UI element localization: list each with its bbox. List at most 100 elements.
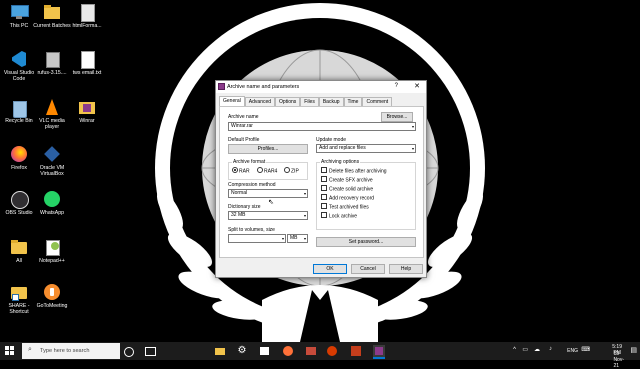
archive-name-input[interactable]: Winrar.rar ▾ bbox=[228, 122, 416, 131]
checkbox-icon bbox=[321, 212, 327, 218]
archiving-options-group: Archiving options Delete files after arc… bbox=[316, 159, 416, 230]
dialog-titlebar[interactable]: Archive name and parameters ? ✕ bbox=[216, 81, 426, 93]
virtualbox-icon bbox=[42, 145, 62, 163]
search-icon: ⌕ bbox=[28, 346, 32, 353]
dictionary-select[interactable]: 32 MB ▾ bbox=[228, 211, 308, 220]
search-placeholder: Type here to search bbox=[40, 348, 90, 354]
language-indicator[interactable]: ENG bbox=[567, 348, 578, 354]
clock-date[interactable]: 18-Nov-21 bbox=[613, 351, 624, 369]
folder-icon bbox=[42, 3, 62, 21]
option-lock-archive[interactable]: Lock archive bbox=[321, 212, 357, 219]
archive-dialog: Archive name and parameters ? ✕ General … bbox=[215, 80, 427, 278]
winrar-taskbar-icon[interactable] bbox=[373, 345, 385, 359]
keyboard-icon[interactable]: ⌨ bbox=[581, 346, 590, 353]
help-icon[interactable]: ? bbox=[395, 83, 398, 89]
dictionary-label: Dictionary size bbox=[228, 204, 261, 210]
option-recovery-record[interactable]: Add recovery record bbox=[321, 194, 374, 201]
winrar-icon bbox=[218, 83, 225, 90]
archive-name-label: Archive name bbox=[228, 114, 259, 120]
folder-icon bbox=[9, 238, 29, 256]
taskbar-search-box[interactable]: ⌕ Type here to search bbox=[22, 343, 120, 359]
text-file-icon bbox=[77, 50, 97, 69]
option-test-files[interactable]: Test archived files bbox=[321, 203, 369, 210]
chevron-down-icon: ▾ bbox=[411, 124, 414, 129]
speaker-icon[interactable]: ♪ bbox=[549, 346, 552, 352]
update-mode-label: Update mode bbox=[316, 137, 347, 143]
help-button[interactable]: Help bbox=[389, 264, 423, 274]
desktop-icon-vlc[interactable]: VLC media player bbox=[33, 98, 71, 130]
desktop-icon-tws-email[interactable]: tws email.txt bbox=[68, 50, 106, 76]
update-mode-select[interactable]: Add and replace files ▾ bbox=[316, 144, 416, 153]
format-zip-radio[interactable]: ZIP bbox=[284, 167, 299, 174]
checkbox-icon bbox=[321, 185, 327, 191]
desktop-icon-whatsapp[interactable]: WhatsApp bbox=[33, 190, 71, 216]
firefox-taskbar-icon[interactable] bbox=[282, 345, 294, 357]
this-pc-icon bbox=[9, 3, 29, 21]
desktop-icon-notepadpp[interactable]: Notepad++ bbox=[33, 238, 71, 264]
recycle-bin-icon bbox=[9, 98, 29, 118]
task-view-icon[interactable] bbox=[143, 345, 156, 357]
cortana-icon[interactable] bbox=[122, 345, 134, 357]
split-unit-select[interactable]: MB ▾ bbox=[287, 234, 308, 243]
store-icon[interactable] bbox=[258, 345, 270, 357]
archive-format-group: Archive format RAR RAR4 ZIP bbox=[228, 159, 308, 180]
option-create-solid[interactable]: Create solid archive bbox=[321, 185, 373, 192]
onedrive-icon[interactable]: ☁ bbox=[534, 346, 540, 353]
chevron-down-icon: ▾ bbox=[303, 236, 306, 241]
desktop-icon-htmlformatter[interactable]: htmlForma... bbox=[68, 3, 106, 29]
desktop-icon-virtualbox[interactable]: Oracle VM VirtualBox bbox=[33, 145, 71, 177]
format-rar4-radio[interactable]: RAR4 bbox=[257, 167, 277, 174]
default-profile-label: Default Profile bbox=[228, 137, 260, 143]
windows-start-icon[interactable] bbox=[5, 346, 15, 356]
archive-format-label: Archive format bbox=[232, 159, 267, 165]
browse-button[interactable]: Browse... bbox=[381, 112, 413, 122]
set-password-button[interactable]: Set password... bbox=[316, 237, 416, 247]
format-rar-radio[interactable]: RAR bbox=[232, 167, 250, 174]
radio-icon bbox=[284, 167, 290, 173]
mouse-cursor-icon: ⇖ bbox=[268, 199, 274, 206]
compression-label: Compression method bbox=[228, 182, 276, 188]
desktop-icon-winrar[interactable]: Winrar bbox=[68, 98, 106, 124]
desktop-icon-gotomeeting[interactable]: GoToMeeting bbox=[33, 283, 71, 309]
desktop-icon-rufus[interactable]: rufus-3.15.... bbox=[33, 50, 71, 76]
chevron-down-icon: ▾ bbox=[411, 146, 414, 151]
firefox-icon bbox=[9, 145, 29, 163]
checkbox-icon bbox=[321, 167, 327, 173]
gotomeeting-icon bbox=[42, 283, 62, 301]
split-volumes-input[interactable]: ▾ bbox=[228, 234, 286, 243]
dialog-tabs: General Advanced Options Files Backup Ti… bbox=[219, 96, 393, 107]
app-taskbar-icon[interactable] bbox=[305, 345, 317, 357]
compression-select[interactable]: Normal ▾ bbox=[228, 189, 308, 198]
option-create-sfx[interactable]: Create SFX archive bbox=[321, 176, 373, 183]
chevron-down-icon: ▾ bbox=[281, 236, 284, 241]
ok-button[interactable]: OK bbox=[313, 264, 347, 274]
obs-studio-icon bbox=[9, 190, 29, 209]
whatsapp-icon bbox=[42, 190, 62, 208]
file-explorer-icon[interactable] bbox=[214, 345, 226, 357]
radio-icon bbox=[257, 167, 263, 173]
option-delete-files[interactable]: Delete files after archiving bbox=[321, 167, 387, 174]
notifications-icon[interactable]: ▤ bbox=[630, 346, 637, 354]
checkbox-icon bbox=[321, 194, 327, 200]
general-panel: Archive name Browse... Winrar.rar ▾ Defa… bbox=[219, 106, 424, 258]
dialog-title: Archive name and parameters bbox=[227, 84, 300, 90]
close-icon[interactable]: ✕ bbox=[414, 82, 420, 90]
notepadpp-icon bbox=[42, 238, 62, 256]
rufus-icon bbox=[42, 50, 62, 68]
powerpoint-taskbar-icon[interactable] bbox=[350, 345, 362, 357]
taskbar: ⌕ Type here to search ⚙ ^ ▭ ☁ ♪ ENG ⌨ 5:… bbox=[0, 342, 640, 369]
settings-gear-icon[interactable]: ⚙ bbox=[236, 345, 248, 357]
profiles-button[interactable]: Profiles... bbox=[228, 144, 308, 154]
folder-shortcut-icon bbox=[9, 283, 29, 301]
winrar-folder-icon bbox=[77, 98, 97, 116]
cancel-button[interactable]: Cancel bbox=[351, 264, 385, 274]
chevron-up-icon[interactable]: ^ bbox=[513, 347, 516, 353]
office-taskbar-icon[interactable] bbox=[326, 345, 338, 357]
checkbox-icon bbox=[321, 176, 327, 182]
radio-selected-icon bbox=[232, 167, 238, 173]
archiving-options-label: Archiving options bbox=[320, 159, 361, 165]
desktop-icon-current-batches[interactable]: Current Batches bbox=[33, 3, 71, 29]
vlc-icon bbox=[42, 98, 62, 116]
vscode-icon bbox=[9, 50, 29, 68]
network-icon[interactable]: ▭ bbox=[522, 346, 528, 353]
